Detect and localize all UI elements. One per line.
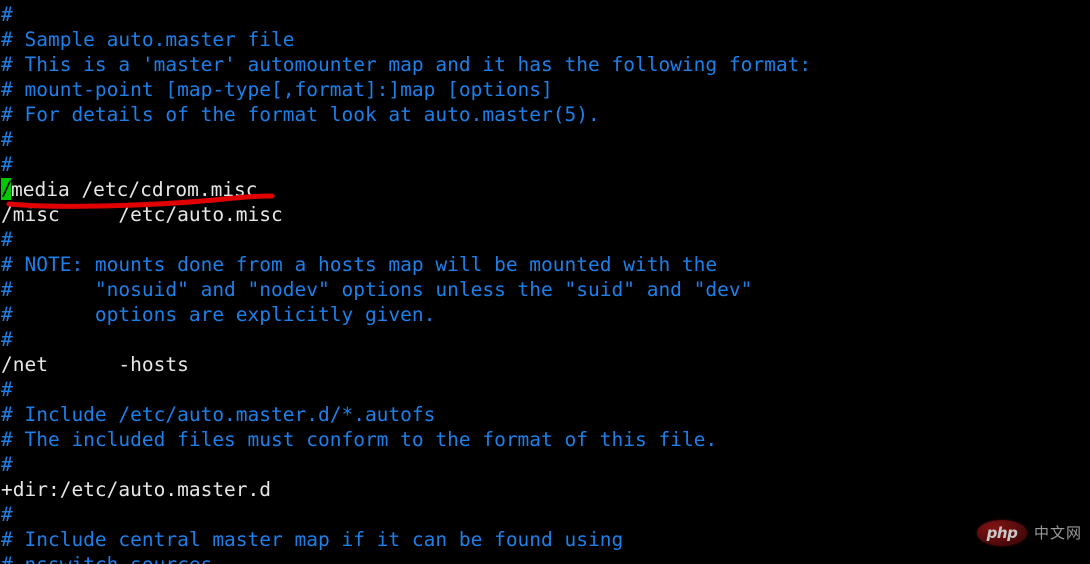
terminal-line: +dir:/etc/auto.master.d bbox=[0, 477, 1090, 502]
terminal-line: # Include central master map if it can b… bbox=[0, 527, 1090, 552]
terminal-line: # bbox=[0, 127, 1090, 152]
terminal-line-text: media /etc/cdrom.misc bbox=[11, 178, 258, 201]
terminal-line: # mount-point [map-type[,format]:]map [o… bbox=[0, 77, 1090, 102]
terminal-line-text: # Sample auto.master file bbox=[1, 28, 295, 51]
terminal-line: # The included files must conform to the… bbox=[0, 427, 1090, 452]
terminal-line-text: # bbox=[1, 328, 13, 351]
terminal-line: # bbox=[0, 327, 1090, 352]
terminal-line: # Sample auto.master file bbox=[0, 27, 1090, 52]
terminal-line: # bbox=[0, 377, 1090, 402]
terminal-line-text: # bbox=[1, 503, 13, 526]
terminal-line: # "nosuid" and "nodev" options unless th… bbox=[0, 277, 1090, 302]
watermark-site-name: 中文网 bbox=[1033, 523, 1082, 542]
terminal-line: # Include /etc/auto.master.d/*.autofs bbox=[0, 402, 1090, 427]
terminal-line-text: # Include central master map if it can b… bbox=[1, 528, 624, 551]
terminal-line-with-cursor: /media /etc/cdrom.misc bbox=[0, 177, 1090, 202]
text-cursor: / bbox=[1, 177, 13, 200]
terminal-text-area[interactable]: # # Sample auto.master file # This is a 'm… bbox=[0, 0, 1090, 564]
terminal-line-text: # NOTE: mounts done from a hosts map wil… bbox=[1, 253, 718, 276]
watermark: php 中文网 bbox=[976, 520, 1082, 546]
terminal-line: # This is a 'master' automounter map and… bbox=[0, 52, 1090, 77]
terminal-line: # bbox=[0, 2, 1090, 27]
terminal-line: # nsswitch sources bbox=[0, 552, 1090, 564]
terminal-line-text: # bbox=[1, 153, 13, 176]
terminal-line: # NOTE: mounts done from a hosts map wil… bbox=[0, 252, 1090, 277]
terminal-line: # bbox=[0, 227, 1090, 252]
terminal-line: /net -hosts bbox=[0, 352, 1090, 377]
terminal-line: /misc /etc/auto.misc bbox=[0, 202, 1090, 227]
php-logo-text: php bbox=[986, 523, 1018, 542]
terminal-line-text: /misc /etc/auto.misc bbox=[1, 203, 283, 226]
terminal-line-text: # bbox=[1, 228, 13, 251]
terminal-line-text: # bbox=[1, 453, 13, 476]
terminal-screen: # # Sample auto.master file # This is a 'm… bbox=[0, 0, 1090, 564]
terminal-line-text: # bbox=[1, 3, 13, 26]
terminal-line: # bbox=[0, 502, 1090, 527]
terminal-line-text: /net -hosts bbox=[1, 353, 189, 376]
terminal-line: # For details of the format look at auto… bbox=[0, 102, 1090, 127]
terminal-line-text: # bbox=[1, 378, 13, 401]
terminal-line-text: # The included files must conform to the… bbox=[1, 428, 718, 451]
terminal-line-text: # This is a 'master' automounter map and… bbox=[1, 53, 812, 76]
terminal-line-text: # mount-point [map-type[,format]:]map [o… bbox=[1, 78, 553, 101]
terminal-line-text: # Include /etc/auto.master.d/*.autofs bbox=[1, 403, 436, 426]
terminal-line-text: # For details of the format look at auto… bbox=[1, 103, 600, 126]
terminal-line-text: +dir:/etc/auto.master.d bbox=[1, 478, 272, 501]
terminal-line-text: # "nosuid" and "nodev" options unless th… bbox=[1, 278, 753, 301]
terminal-line: # bbox=[0, 452, 1090, 477]
terminal-line: # options are explicitly given. bbox=[0, 302, 1090, 327]
terminal-line-text: # nsswitch sources bbox=[1, 553, 212, 564]
terminal-line-text: # bbox=[1, 128, 13, 151]
php-logo-icon: php bbox=[976, 520, 1027, 546]
terminal-line-text: # options are explicitly given. bbox=[1, 303, 436, 326]
terminal-line: # bbox=[0, 152, 1090, 177]
